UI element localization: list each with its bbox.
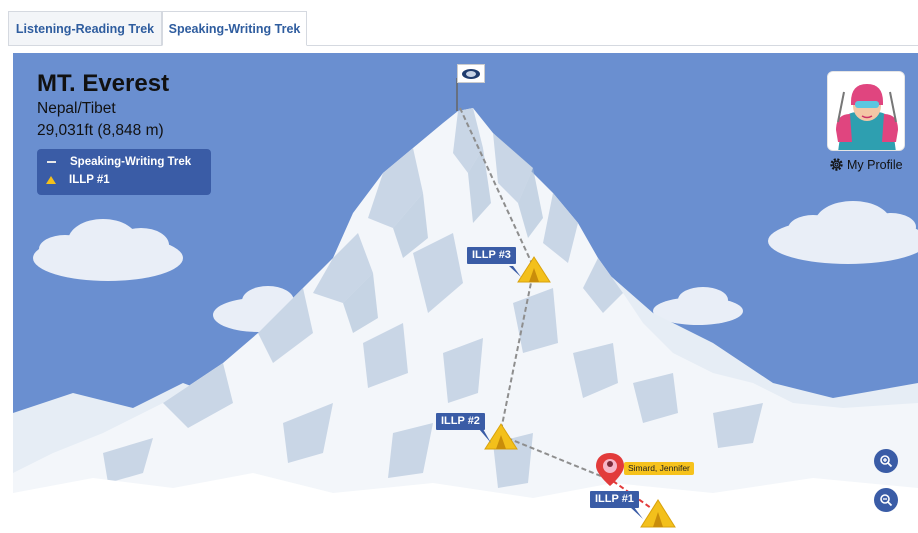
tab-label: Speaking-Writing Trek xyxy=(168,21,301,36)
legend-trek-row: Speaking-Writing Trek xyxy=(45,153,203,171)
my-profile-link[interactable]: My Profile xyxy=(829,157,903,172)
legend-camp-label: ILLP #1 xyxy=(69,174,110,186)
dashed-line-icon xyxy=(47,161,56,163)
profile-avatar[interactable] xyxy=(827,71,905,151)
zoom-out-icon xyxy=(880,494,893,507)
summit-logo-icon xyxy=(462,68,480,79)
zoom-in-icon xyxy=(880,455,893,468)
zoom-in-button[interactable] xyxy=(874,449,898,473)
mountain-name: MT. Everest xyxy=(37,70,170,97)
tab-bar: Listening-Reading Trek Speaking-Writing … xyxy=(0,0,918,46)
camp-label-illp-3[interactable]: ILLP #3 xyxy=(467,247,516,264)
zoom-out-button[interactable] xyxy=(874,488,898,512)
mountain-info: MT. Everest Nepal/Tibet 29,031ft (8,848 … xyxy=(37,70,169,141)
legend-camp-row: ILLP #1 xyxy=(45,171,203,189)
camp-label-illp-2[interactable]: ILLP #2 xyxy=(436,413,485,430)
mountain-elevation: 29,031ft (8,848 m) xyxy=(37,122,164,139)
summit-flag xyxy=(457,64,485,83)
legend-trek-label: Speaking-Writing Trek xyxy=(70,156,192,168)
tab-divider xyxy=(8,45,918,46)
avatar-climber-image xyxy=(828,72,904,150)
tab-speaking-writing-trek[interactable]: Speaking-Writing Trek xyxy=(162,11,307,46)
mountain-location: Nepal/Tibet xyxy=(37,100,116,117)
cloud-left xyxy=(33,219,183,281)
climber-name-tag[interactable]: Simard, Jennifer xyxy=(624,462,694,475)
my-profile-label: My Profile xyxy=(847,157,903,172)
camp-label-illp-1[interactable]: ILLP #1 xyxy=(590,491,639,508)
tab-label: Listening-Reading Trek xyxy=(15,21,155,36)
trek-map: MT. Everest Nepal/Tibet 29,031ft (8,848 … xyxy=(13,53,918,533)
gear-icon xyxy=(830,158,843,171)
map-legend: Speaking-Writing Trek ILLP #1 xyxy=(37,149,211,195)
cloud-right xyxy=(768,201,918,264)
tab-listening-reading-trek[interactable]: Listening-Reading Trek xyxy=(8,11,162,45)
cloud-small-right xyxy=(653,287,743,325)
tent-icon xyxy=(46,176,56,184)
